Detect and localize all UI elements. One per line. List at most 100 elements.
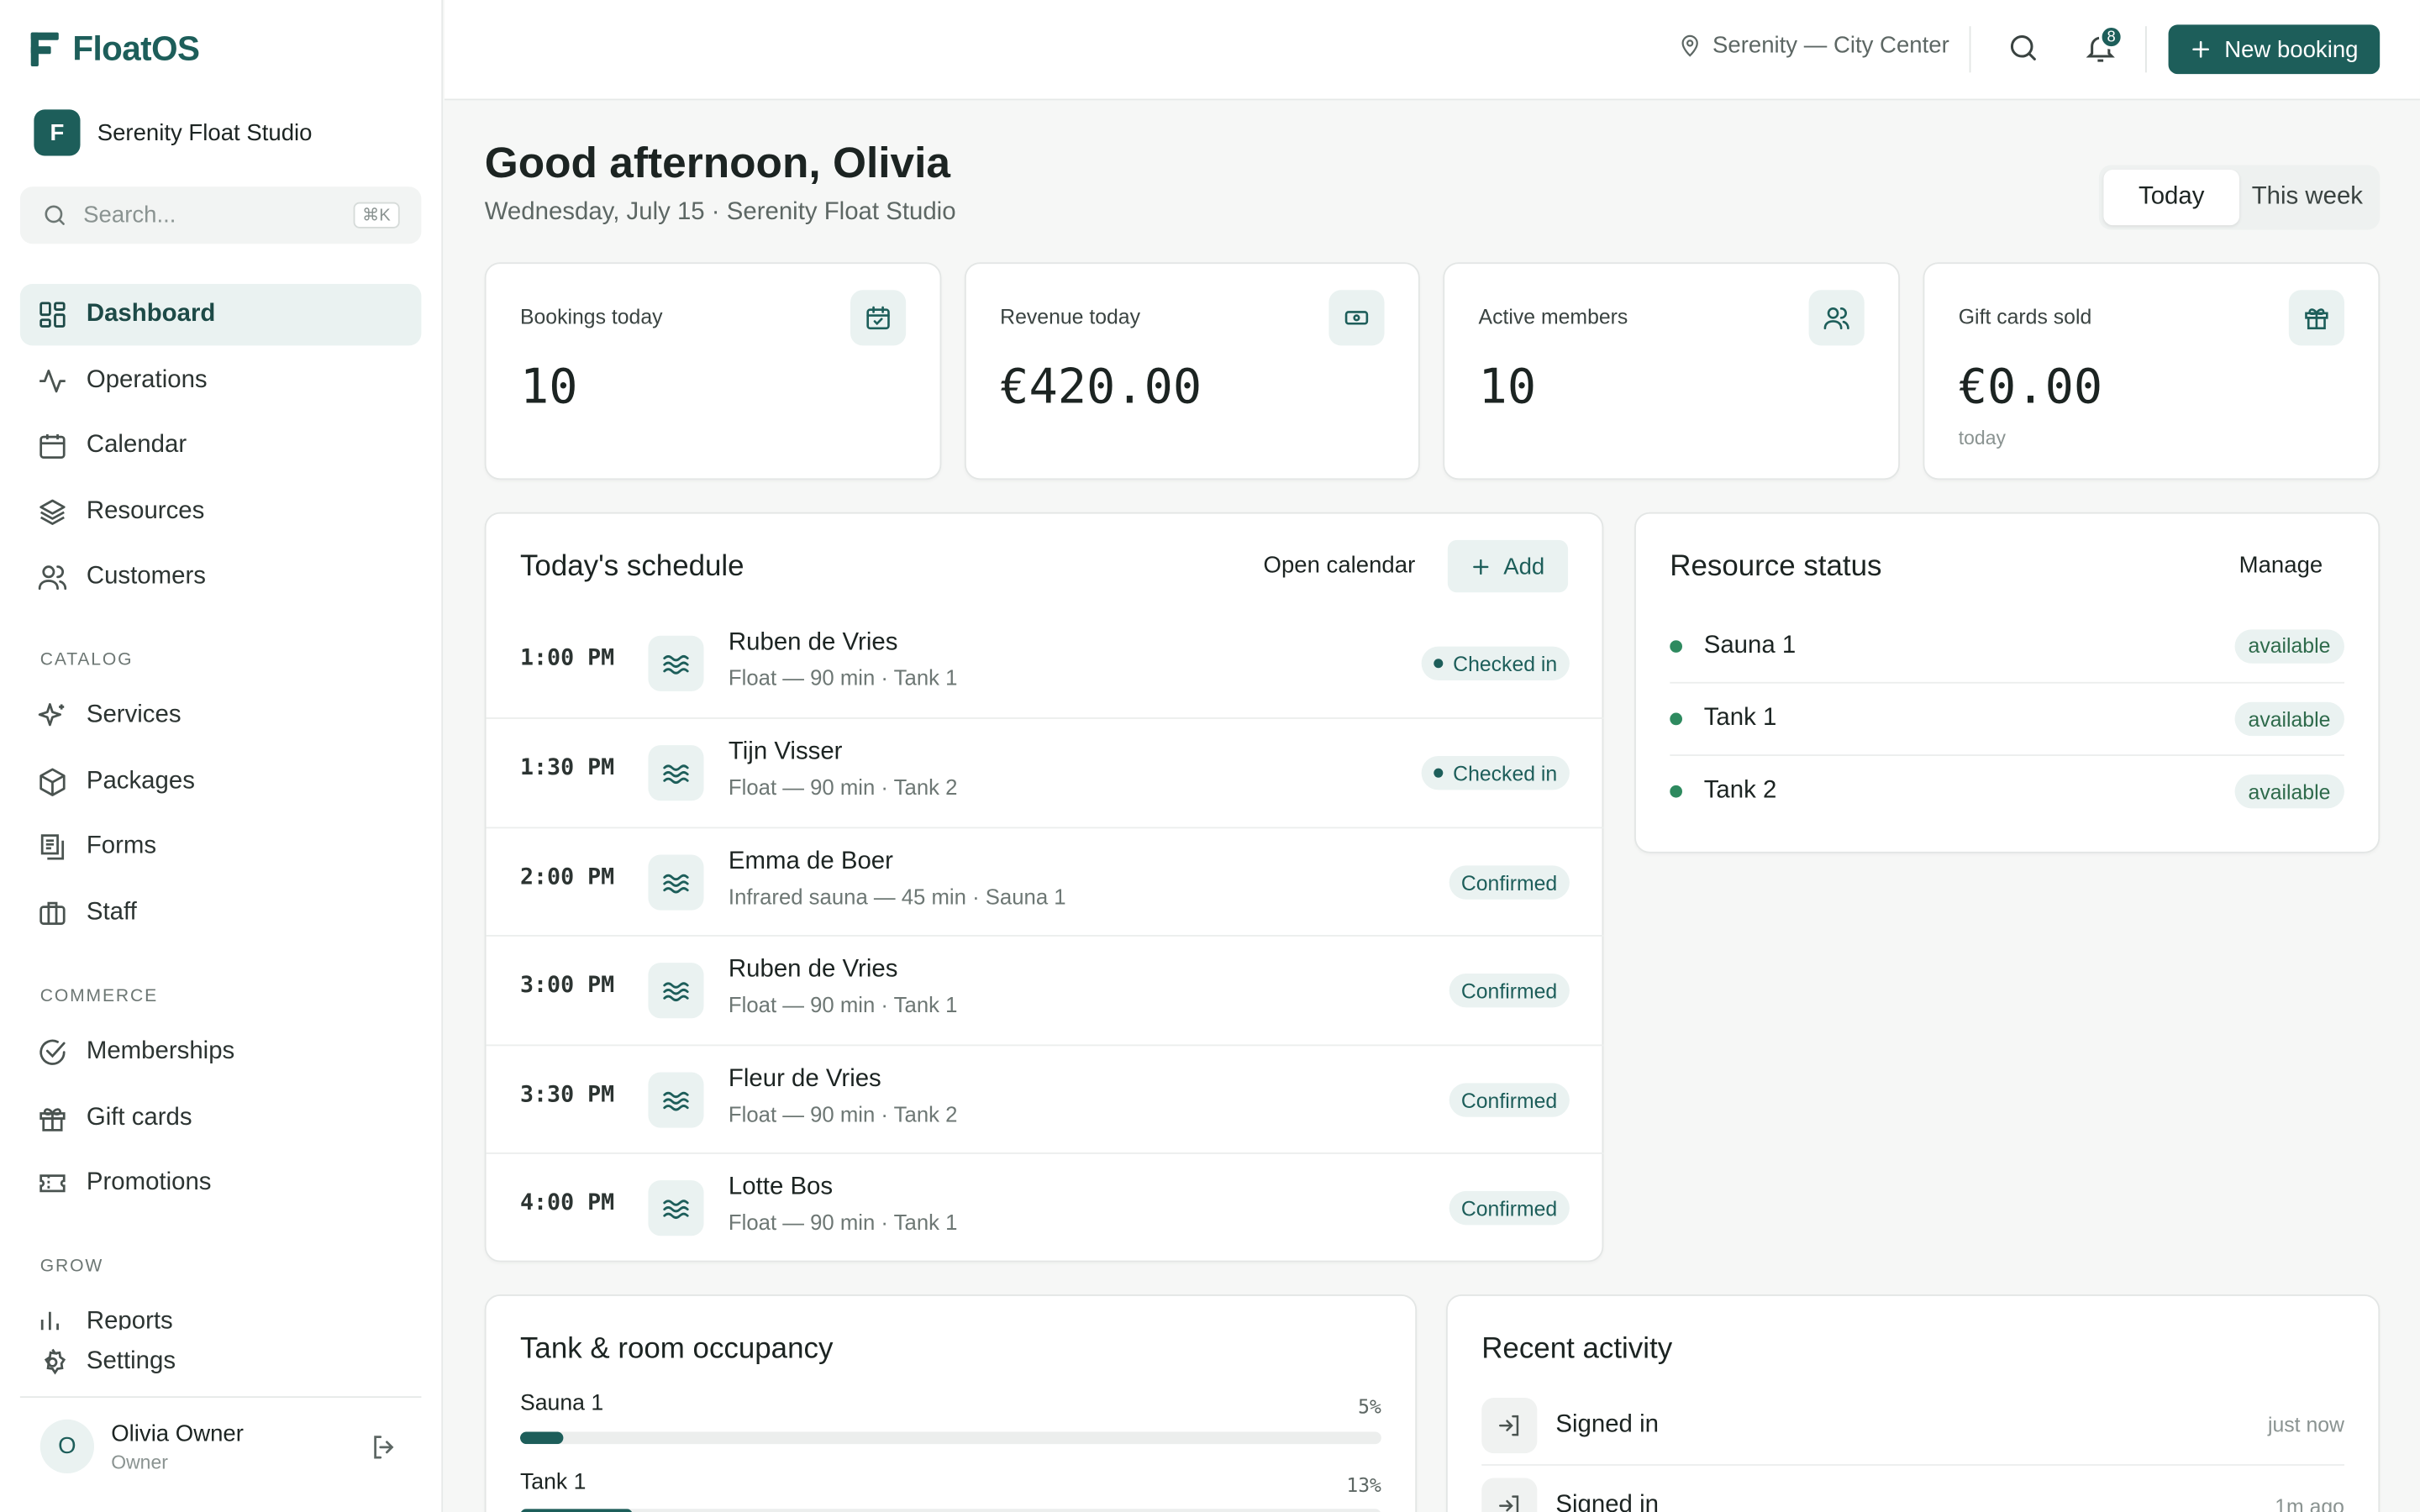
resource-row[interactable]: Sauna 1 available — [1670, 609, 2344, 681]
add-booking-button[interactable]: Add — [1447, 539, 1569, 593]
topbar-divider — [1969, 26, 1971, 73]
open-calendar-button[interactable]: Open calendar — [1264, 553, 1416, 579]
stat-value: €0.00 — [1958, 359, 2103, 416]
occupancy-label: Sauna 1 — [519, 1391, 604, 1417]
sidebar-item-memberships[interactable]: Memberships — [20, 1021, 422, 1083]
schedule-row[interactable]: 2:00 PM Emma de Boer Infrared sauna — 45… — [486, 827, 1604, 935]
resource-status-badge: available — [2233, 701, 2344, 737]
schedule-card: Today's schedule Open calendar Add 1:00 … — [484, 512, 1606, 1263]
bar-chart-icon — [40, 1311, 59, 1331]
resource-name: Sauna 1 — [1703, 632, 1797, 659]
dashboard-icon — [39, 302, 66, 328]
schedule-row[interactable]: 3:30 PM Fleur de Vries Float — 90 min · … — [486, 1044, 1604, 1152]
studio-switcher[interactable]: F Serenity Float Studio — [34, 108, 312, 158]
logout-icon[interactable] — [369, 1431, 400, 1462]
search-input[interactable]: Search... ⌘K — [19, 186, 422, 244]
waves-icon — [648, 1072, 704, 1128]
page-subtitle: Wednesday, July 15 · Serenity Float Stud… — [484, 198, 956, 226]
app-root: FloatOS F Serenity Float Studio Search..… — [0, 0, 2420, 1512]
user-profile[interactable]: O Olivia Owner Owner — [19, 1396, 422, 1495]
stat-label: Bookings today — [519, 305, 663, 329]
status-label: Checked in — [1453, 761, 1558, 785]
page-title: Good afternoon, Olivia — [484, 139, 951, 187]
occupancy-bar — [519, 1509, 1381, 1512]
sidebar-item-services[interactable]: Services — [20, 685, 422, 746]
sidebar-item-promotions[interactable]: Promotions — [20, 1152, 422, 1214]
studio-name: Serenity Float Studio — [97, 119, 313, 146]
sidebar-item-customers[interactable]: Customers — [20, 546, 422, 607]
customer-name: Fleur de Vries — [728, 1066, 881, 1093]
stat-sub: today — [1958, 427, 2006, 449]
gift-icon — [2288, 290, 2344, 346]
recent-activity-card: Recent activity Signed in just now Signe… — [1445, 1294, 2381, 1512]
availability-dot — [1670, 785, 1683, 798]
sidebar-item-packages[interactable]: Packages — [20, 751, 422, 812]
sparkles-icon — [38, 703, 65, 727]
status-label: Checked in — [1453, 652, 1558, 675]
sidebar-item-label: Dashboard — [86, 301, 216, 328]
map-pin-icon — [1681, 34, 1698, 56]
schedule-row[interactable]: 4:00 PM Lotte Bos Float — 90 min · Tank … — [486, 1152, 1604, 1261]
sidebar-item-label: Calendar — [86, 432, 187, 459]
sidebar-item-forms[interactable]: Forms — [20, 816, 422, 878]
sidebar-item-label: Staff — [86, 899, 137, 927]
brand-name: FloatOS — [72, 29, 200, 68]
sidebar-item-label: Resources — [86, 498, 205, 525]
availability-dot — [1670, 639, 1683, 653]
booking-detail: Float — 90 min · Tank 1 — [728, 664, 958, 690]
manage-resources-button[interactable]: Manage — [2239, 553, 2323, 579]
sidebar-item-settings[interactable]: Settings — [20, 1331, 422, 1393]
activity-time: 1m ago — [2275, 1494, 2344, 1512]
topbar: Serenity — City Center 8 New booking — [444, 0, 2420, 101]
sidebar-item-dashboard[interactable]: Dashboard — [19, 283, 422, 346]
occupancy-bar-fill — [519, 1431, 564, 1445]
sidebar: FloatOS F Serenity Float Studio Search..… — [0, 0, 444, 1512]
plus-icon — [1473, 558, 1489, 575]
check-circle-icon — [39, 1039, 66, 1065]
sign-in-icon — [1481, 1397, 1538, 1453]
stat-card-revenue: Revenue today €420.00 — [964, 262, 1420, 480]
sidebar-item-calendar[interactable]: Calendar — [20, 415, 422, 476]
search-icon[interactable] — [2007, 31, 2040, 65]
occupancy-bar — [519, 1431, 1381, 1445]
brand-logo[interactable]: FloatOS — [30, 29, 200, 70]
activity-text: Signed in — [1555, 1492, 1659, 1512]
studio-badge: F — [34, 109, 81, 156]
booking-detail: Float — 90 min · Tank 2 — [728, 1101, 958, 1126]
search-placeholder: Search... — [83, 202, 176, 228]
activity-row: Signed in just now — [1481, 1385, 2344, 1466]
occupancy-title: Tank & room occupancy — [519, 1332, 834, 1366]
sidebar-item-staff[interactable]: Staff — [20, 883, 422, 944]
waves-icon — [648, 635, 704, 691]
calendar-check-icon — [850, 290, 907, 346]
schedule-row[interactable]: 1:30 PM Tijn Visser Float — 90 min · Tan… — [486, 717, 1604, 826]
schedule-row[interactable]: 3:00 PM Ruben de Vries Float — 90 min · … — [486, 935, 1604, 1043]
stat-value: €420.00 — [1000, 359, 1202, 416]
range-today[interactable]: Today — [2103, 170, 2240, 226]
schedule-list: 1:00 PM Ruben de Vries Float — 90 min · … — [486, 609, 1606, 1263]
sidebar-item-reports[interactable]: Reports — [20, 1296, 422, 1331]
users-icon — [1808, 290, 1865, 346]
sidebar-item-resources[interactable]: Resources — [20, 481, 422, 543]
resource-row[interactable]: Tank 2 available — [1670, 754, 2344, 827]
resource-status-badge: available — [2233, 774, 2344, 809]
location-selector[interactable]: Serenity — City Center — [1677, 33, 1949, 59]
booking-detail: Float — 90 min · Tank 2 — [728, 774, 958, 800]
notifications-button[interactable]: 8 — [2084, 24, 2124, 65]
recent-activity-title: Recent activity — [1481, 1332, 1673, 1366]
new-booking-button[interactable]: New booking — [2169, 24, 2381, 75]
resource-row[interactable]: Tank 1 available — [1670, 681, 2344, 754]
occupancy-label: Tank 1 — [519, 1470, 587, 1495]
sidebar-item-operations[interactable]: Operations — [20, 350, 422, 412]
stat-card-gift-cards: Gift cards sold €0.00 today — [1923, 262, 2381, 480]
booking-detail: Float — 90 min · Tank 1 — [728, 991, 958, 1017]
sidebar-item-label: Forms — [86, 832, 157, 860]
schedule-row[interactable]: 1:00 PM Ruben de Vries Float — 90 min · … — [487, 609, 1604, 717]
range-this-week[interactable]: This week — [2239, 170, 2375, 225]
sign-in-icon — [1481, 1478, 1538, 1512]
status-badge: Confirmed — [1449, 1190, 1570, 1226]
sidebar-item-gift-cards[interactable]: Gift cards — [20, 1088, 422, 1149]
sidebar-item-label: Customers — [86, 563, 206, 590]
sidebar-item-label: Reports — [86, 1308, 173, 1331]
status-badge: Confirmed — [1449, 865, 1570, 900]
